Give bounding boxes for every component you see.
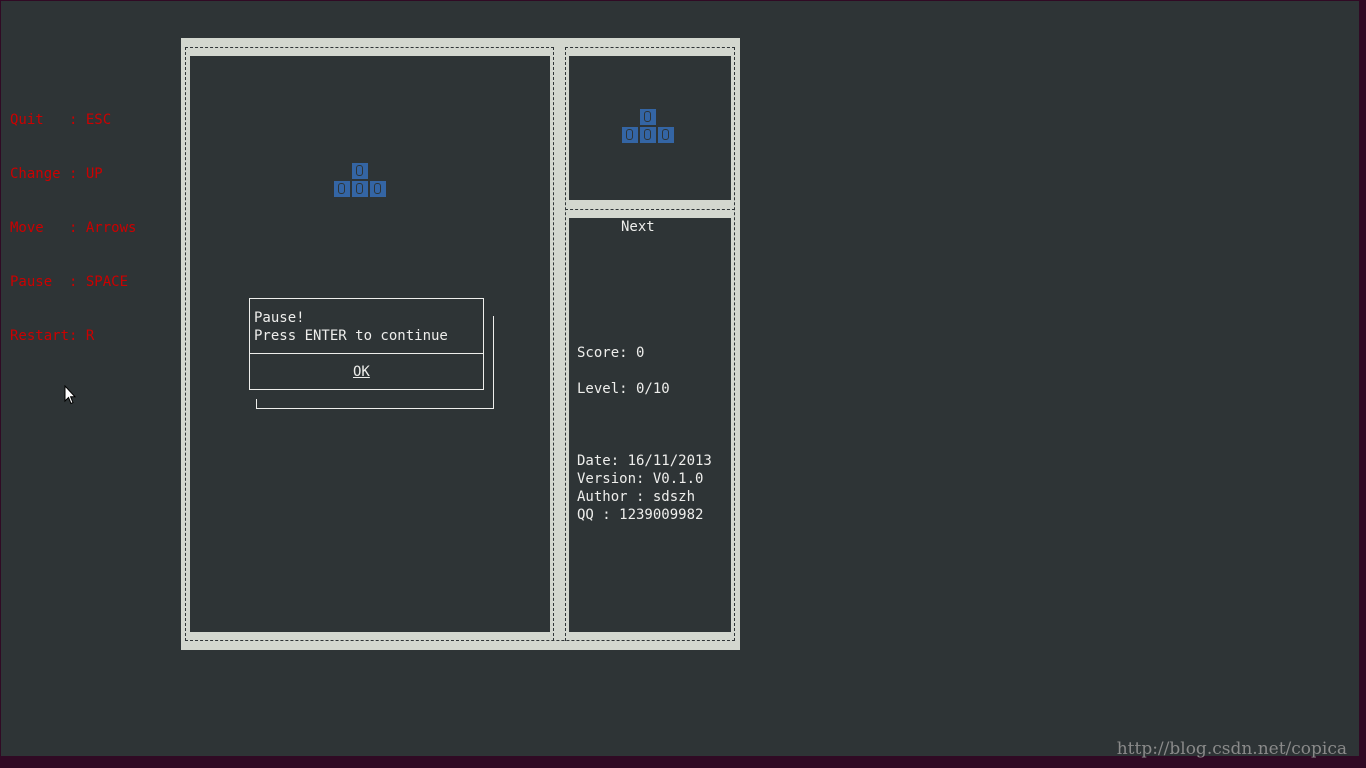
frame-border-mid-left <box>553 47 554 641</box>
help-line-restart: Restart: R <box>10 328 95 344</box>
frame-border-left <box>185 47 186 641</box>
help-line-change: Change : UP <box>10 166 103 182</box>
piece-block <box>370 181 386 197</box>
frame-border-next-divider <box>565 209 735 210</box>
info-qq: QQ : 1239009982 <box>577 507 704 523</box>
next-label: Next <box>621 219 655 235</box>
controls-help: Quit : ESC Change : UP Move : Arrows Pau… <box>10 75 136 381</box>
frame-border-bottom <box>185 640 735 641</box>
pause-dialog: Pause! Press ENTER to continue OK <box>249 298 484 390</box>
info-date: Date: 16/11/2013 <box>577 453 712 469</box>
terminal-window: Quit : ESC Change : UP Move : Arrows Pau… <box>1 1 1359 759</box>
mouse-pointer-icon <box>64 385 76 405</box>
frame-border-top-left <box>185 47 554 48</box>
next-piece-block <box>622 127 638 143</box>
dialog-title: Pause! <box>254 310 305 326</box>
dialog-message: Press ENTER to continue <box>254 328 448 344</box>
frame-border-top-right <box>565 47 735 48</box>
frame-border-right <box>734 47 735 641</box>
piece-block <box>334 181 350 197</box>
next-piece-block <box>658 127 674 143</box>
frame-border-mid-right <box>565 47 566 641</box>
score-text: Score: 0 <box>577 345 645 361</box>
next-piece-block <box>640 127 656 143</box>
help-line-move: Move : Arrows <box>10 220 137 236</box>
dialog-separator <box>250 353 483 354</box>
info-author: Author : sdszh <box>577 489 696 505</box>
info-panel <box>569 218 731 632</box>
piece-block <box>352 163 368 179</box>
help-line-quit: Quit : ESC <box>10 112 112 128</box>
next-piece-block <box>640 109 656 125</box>
info-version: Version: V0.1.0 <box>577 471 704 487</box>
ok-button[interactable]: OK <box>353 363 370 381</box>
help-line-pause: Pause : SPACE <box>10 274 129 290</box>
level-text: Level: 0/10 <box>577 381 670 397</box>
piece-block <box>352 181 368 197</box>
watermark: http://blog.csdn.net/copica <box>1116 739 1347 759</box>
